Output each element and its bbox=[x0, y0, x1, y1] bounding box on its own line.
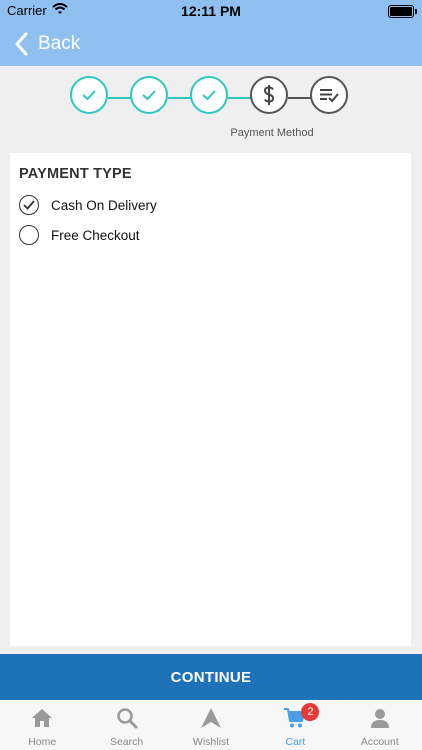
check-icon bbox=[142, 90, 156, 101]
step-1-done bbox=[70, 76, 108, 114]
step-5-review bbox=[310, 76, 348, 114]
tab-label: Account bbox=[360, 736, 399, 748]
step-4-payment bbox=[250, 76, 288, 114]
radio-unselected[interactable] bbox=[19, 225, 39, 245]
checkout-stepper: Payment Method bbox=[0, 66, 422, 148]
tab-label: Cart bbox=[285, 736, 306, 748]
review-list-icon bbox=[320, 89, 339, 103]
tab-wishlist[interactable]: Wishlist bbox=[169, 700, 253, 750]
check-icon bbox=[23, 200, 35, 210]
back-button[interactable]: Back bbox=[12, 30, 80, 58]
cart-count-badge: 2 bbox=[301, 703, 320, 721]
payment-option-cod[interactable]: Cash On Delivery bbox=[19, 195, 157, 215]
payment-option-label: Free Checkout bbox=[51, 227, 140, 243]
home-icon bbox=[32, 709, 53, 727]
dollar-icon bbox=[263, 85, 275, 105]
tab-search[interactable]: Search bbox=[84, 700, 168, 750]
chevron-left-icon bbox=[15, 32, 28, 56]
status-time: 12:11 PM bbox=[181, 3, 241, 19]
check-icon bbox=[202, 90, 216, 101]
step-caption: Payment Method bbox=[230, 127, 314, 139]
payment-option-free-checkout[interactable]: Free Checkout bbox=[19, 225, 140, 245]
payment-card: PAYMENT TYPE Cash On Delivery Free Check… bbox=[10, 153, 411, 646]
tab-label: Search bbox=[109, 736, 144, 748]
battery-icon bbox=[388, 5, 417, 18]
tab-account[interactable]: Account bbox=[338, 700, 422, 750]
back-label: Back bbox=[38, 33, 81, 54]
status-bar: Carrier 12:11 PM bbox=[0, 0, 422, 22]
step-connector bbox=[108, 97, 132, 99]
step-connector bbox=[168, 97, 192, 99]
step-connector bbox=[228, 97, 252, 99]
step-2-done bbox=[130, 76, 168, 114]
wishlist-icon bbox=[201, 708, 222, 728]
tab-home[interactable]: Home bbox=[0, 700, 84, 750]
radio-selected[interactable] bbox=[19, 195, 39, 215]
search-icon bbox=[116, 708, 138, 729]
check-icon bbox=[82, 90, 96, 101]
tab-label: Home bbox=[28, 736, 57, 748]
tab-bar: Home Search Wishlist 2 Cart Account bbox=[0, 700, 422, 750]
payment-type-title: PAYMENT TYPE bbox=[19, 166, 132, 182]
tab-label: Wishlist bbox=[192, 736, 230, 748]
nav-header: Carrier 12:11 PM Back bbox=[0, 0, 422, 66]
step-3-done bbox=[190, 76, 228, 114]
tab-cart[interactable]: 2 Cart bbox=[253, 700, 337, 750]
continue-button[interactable]: CONTINUE bbox=[0, 654, 422, 700]
step-connector bbox=[288, 97, 312, 99]
account-icon bbox=[370, 709, 389, 728]
payment-option-label: Cash On Delivery bbox=[51, 197, 157, 213]
